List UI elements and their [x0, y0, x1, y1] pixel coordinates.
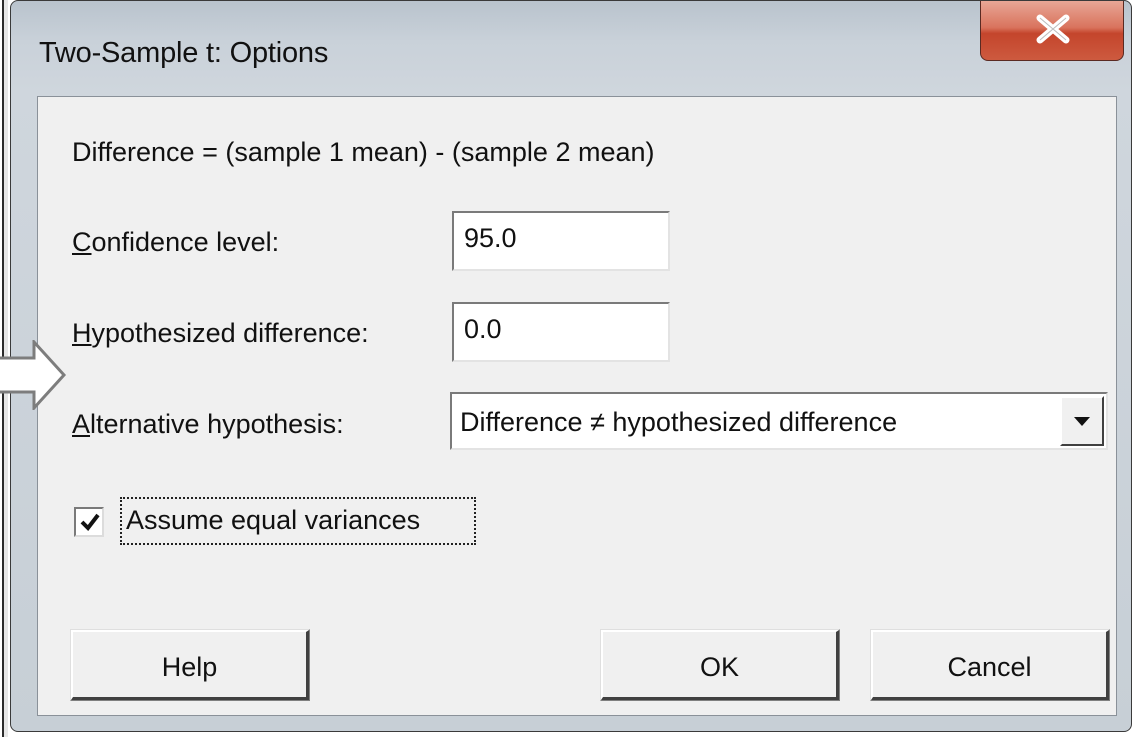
- equal-variances-label[interactable]: Assume equal variances: [126, 505, 420, 536]
- equal-variances-checkbox[interactable]: [74, 507, 104, 537]
- difference-description: Difference = (sample 1 mean) - (sample 2…: [72, 137, 655, 167]
- alternative-hypothesis-select[interactable]: Difference ≠ hypothesized difference: [450, 392, 1108, 450]
- screen: Two-Sample t: Options Difference = (samp…: [0, 0, 1135, 737]
- dialog-title: Two-Sample t: Options: [39, 37, 329, 69]
- chevron-down-icon: [1074, 417, 1090, 426]
- checkmark-icon: [80, 513, 100, 532]
- equal-variances-text: Assume equal variances: [126, 505, 421, 535]
- ok-button[interactable]: OK: [601, 630, 839, 700]
- help-button-label: Help: [161, 652, 218, 682]
- options-dialog: Two-Sample t: Options Difference = (samp…: [10, 0, 1132, 732]
- confidence-level-input[interactable]: 95.0: [452, 211, 670, 271]
- confidence-level-label: Confidence level:: [72, 227, 280, 257]
- hypothesized-difference-input[interactable]: 0.0: [452, 302, 670, 362]
- dialog-client-area: Difference = (sample 1 mean) - (sample 2…: [37, 96, 1117, 716]
- arrow-right-icon: [0, 340, 67, 410]
- hypothesized-difference-label: Hypothesized difference:: [72, 318, 369, 348]
- cancel-button-label: Cancel: [947, 652, 1032, 682]
- close-button[interactable]: [980, 1, 1124, 61]
- close-icon: [1036, 14, 1070, 44]
- alternative-hypothesis-value: Difference ≠ hypothesized difference: [460, 407, 898, 437]
- help-button[interactable]: Help: [71, 630, 309, 700]
- ok-button-label: OK: [699, 652, 739, 682]
- title-bar[interactable]: Two-Sample t: Options: [11, 1, 1131, 96]
- alternative-hypothesis-label: Alternative hypothesis:: [72, 409, 344, 439]
- dropdown-button[interactable]: [1060, 396, 1104, 446]
- cancel-button[interactable]: Cancel: [871, 630, 1109, 700]
